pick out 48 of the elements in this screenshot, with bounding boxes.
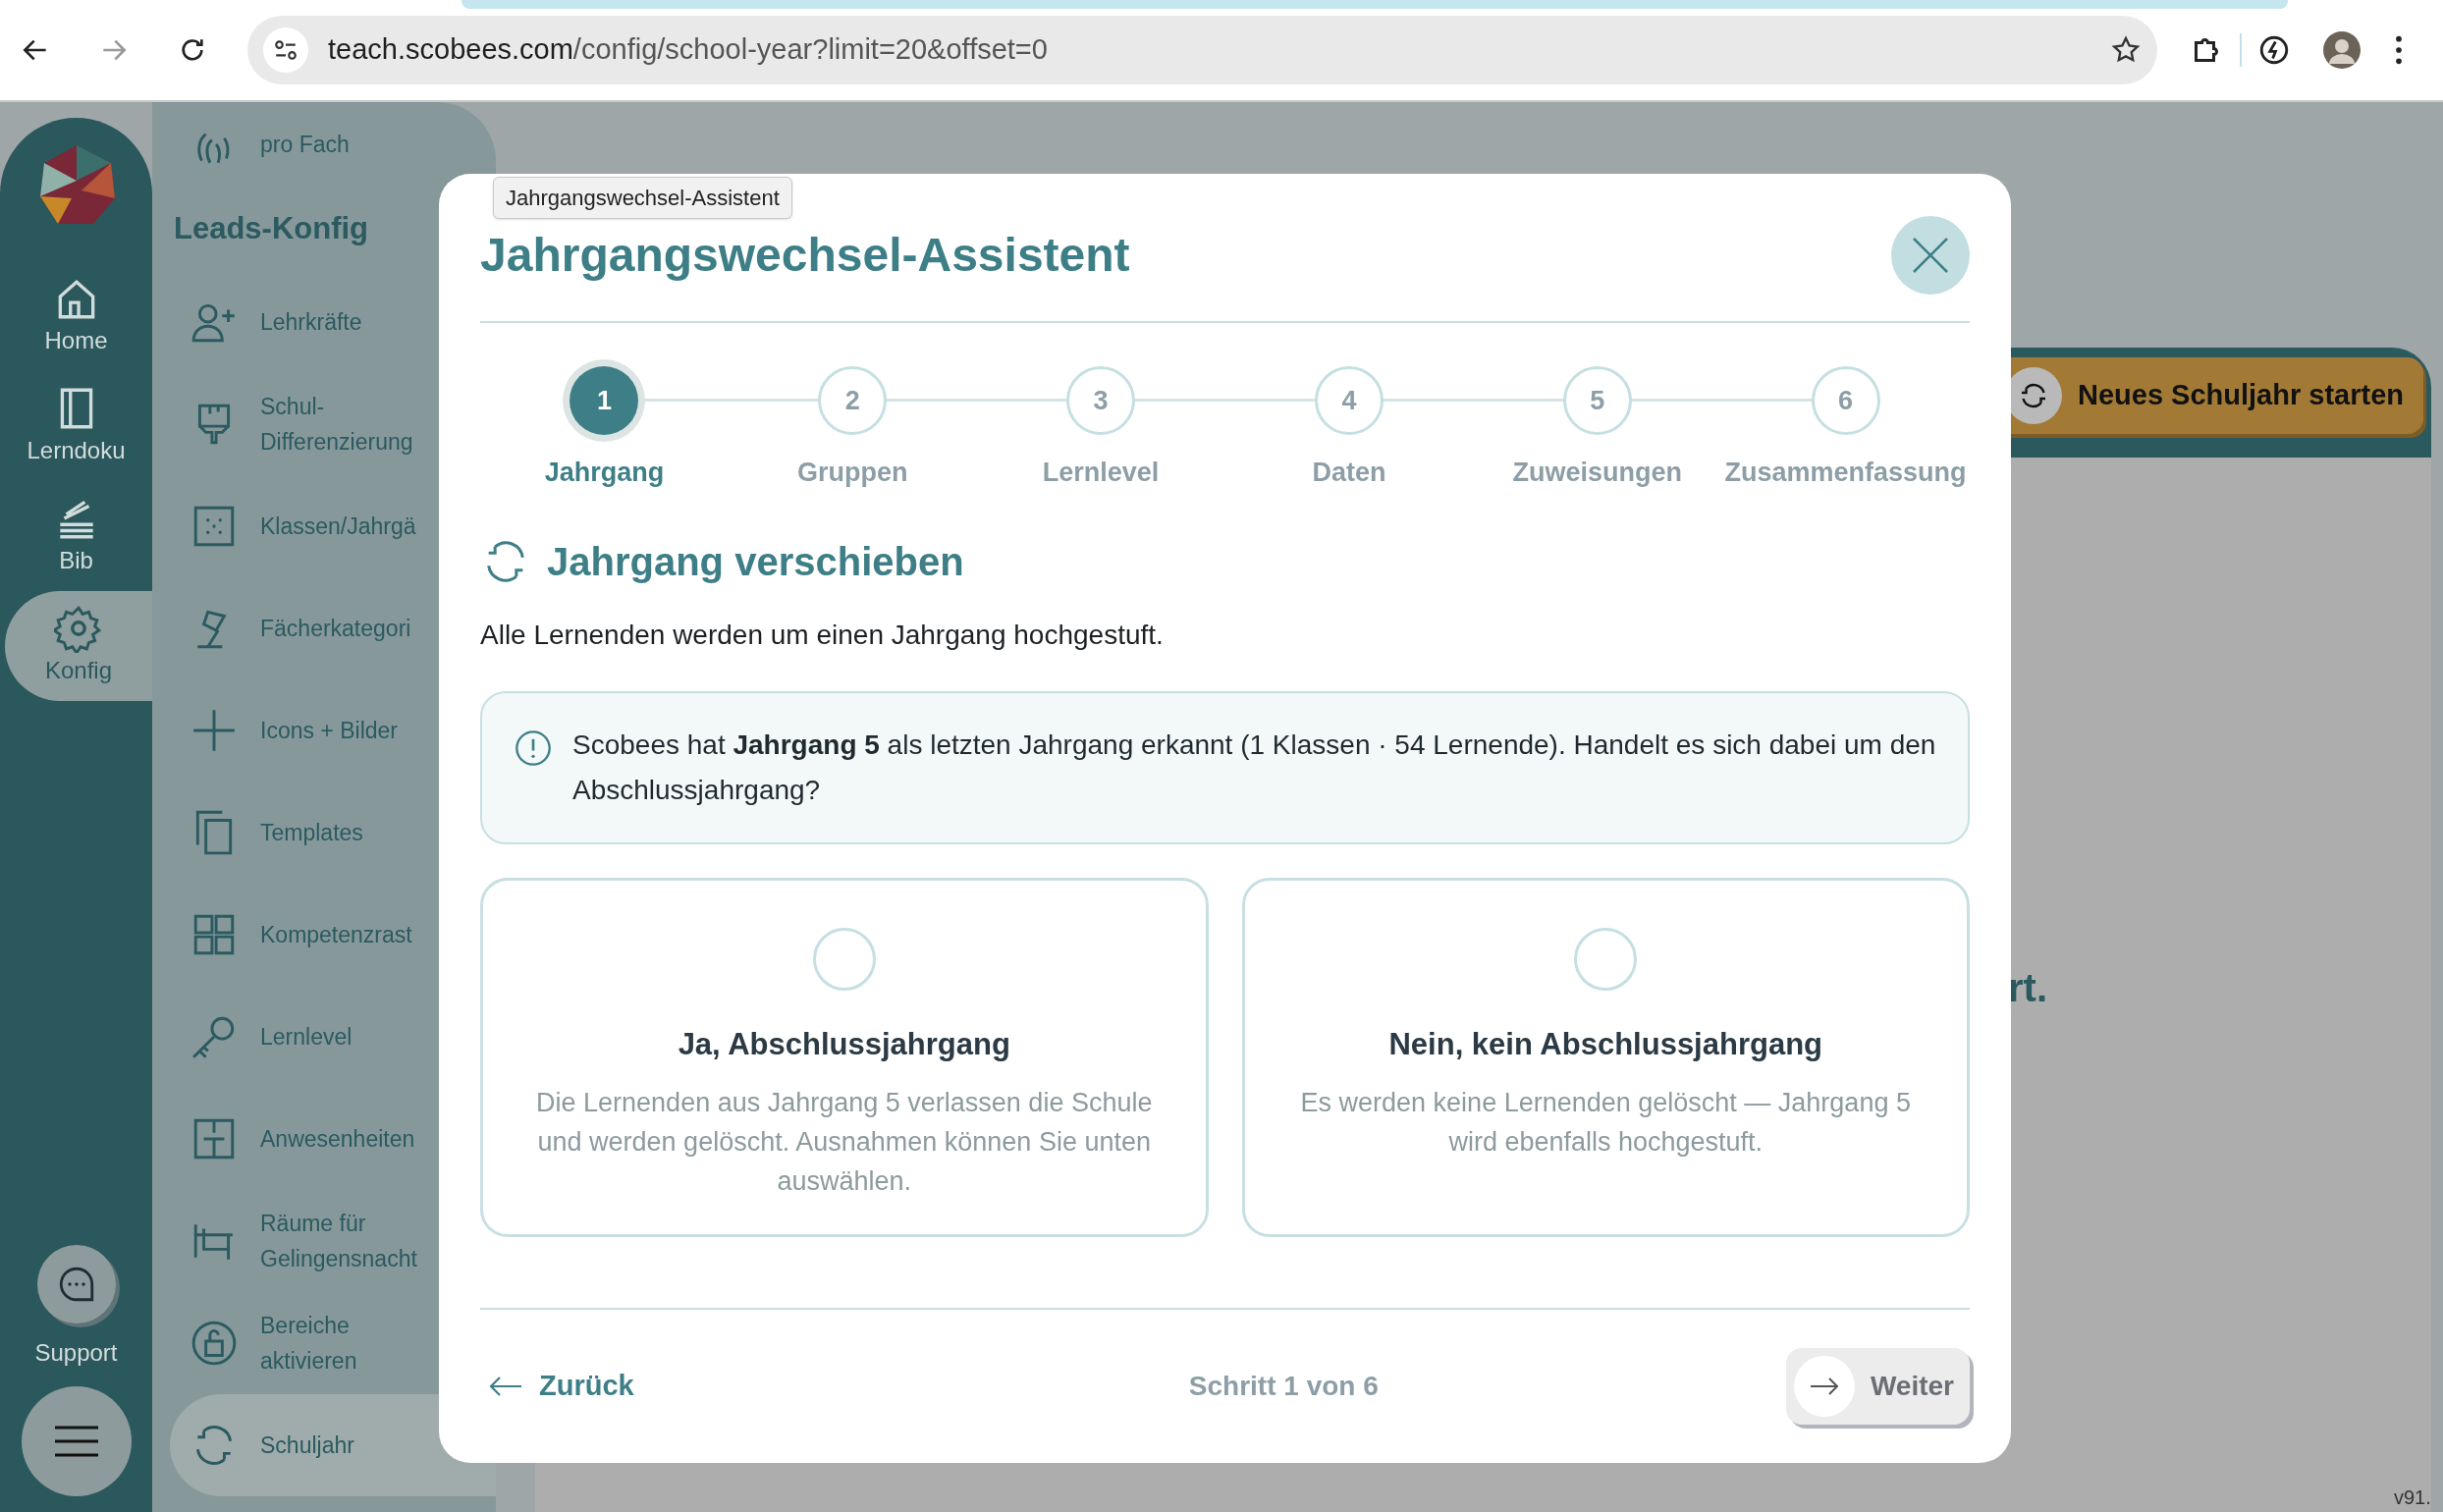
hamburger-icon — [52, 1425, 100, 1458]
close-icon — [1911, 236, 1950, 275]
gear-icon — [54, 604, 103, 653]
option-title: Nein, kein Abschlussjahrgang — [1388, 1025, 1823, 1063]
extension-icon[interactable] — [2257, 33, 2291, 67]
step-label: Zuweisungen — [1512, 457, 1682, 489]
option-card[interactable]: Nein, kein Abschlussjahrgang Es werden keine Lernenden gelöscht — Jahrgang 5 wird ebenfalls hochgestuft. — [1241, 877, 1970, 1237]
url-text: teach.scobees.com/config/school-year?limit=20&offset=0 — [328, 32, 1048, 68]
option-description: Es werden keine Lernenden gelöscht — Jahrgang 5 wird ebenfalls hochgestuft. — [1299, 1087, 1912, 1159]
arrow-right-icon — [1808, 1376, 1840, 1397]
nav-item[interactable]: Schul- Differenzierung — [170, 373, 496, 475]
step-indicator: 4 — [1314, 366, 1384, 435]
info-icon — [514, 728, 553, 768]
rail-item[interactable]: Bib — [0, 481, 152, 591]
site-settings-icon[interactable] — [273, 37, 299, 63]
step-label: Gruppen — [797, 457, 908, 489]
tooltip: Jahrgangswechsel-Assistent — [493, 177, 792, 219]
nav-item[interactable]: pro Fach — [170, 102, 496, 187]
address-bar[interactable]: teach.scobees.com/config/school-year?limit=20&offset=0 — [247, 16, 2157, 84]
step-indicator: 3 — [1066, 366, 1136, 435]
step-label: Zusammenfassung — [1724, 457, 1967, 489]
nav-item[interactable]: Klassen/Jahrgä — [170, 475, 496, 577]
step-indicator: 2 — [818, 366, 888, 435]
support-label: Support — [34, 1338, 118, 1368]
section-heading: Jahrgang verschieben — [547, 538, 964, 585]
option-title: Ja, Abschlussjahrgang — [678, 1025, 1010, 1063]
background-heading: rt. — [2008, 965, 2047, 1011]
lock-circle-icon — [190, 1319, 239, 1368]
avatar-icon[interactable] — [2322, 30, 2362, 70]
info-text: Scobees hat Jahrgang 5 als letzten Jahrgang erkannt (1 Klassen · 54 Lernende). Handelt es sich dabei um den Abschlussjahrgang? — [572, 728, 1936, 807]
nav-item[interactable]: Icons + Bilder — [170, 679, 496, 782]
rail-item[interactable]: Konfig — [5, 591, 152, 701]
option-card[interactable]: Ja, Abschlussjahrgang Die Lernenden aus Jahrgang 5 verlassen die Schule und werden gelöscht. Ausnahmen können Sie unten auswählen. — [480, 877, 1209, 1237]
nav-section-heading: Leads-Konfig — [173, 209, 370, 247]
step-label: Lernlevel — [1042, 457, 1160, 489]
version-text: v91. — [2394, 1485, 2432, 1510]
dialog-title: Jahrgangswechsel-Assistent — [480, 228, 1130, 283]
menu-icon[interactable] — [2393, 33, 2405, 67]
intro-text: Alle Lernenden werden um einen Jahrgang hochgestuft. — [480, 618, 1165, 652]
step-indicator: 5 — [1562, 366, 1632, 435]
step-counter: Schritt 1 von 6 — [1188, 1370, 1379, 1403]
rail-item[interactable]: Lerndoku — [0, 371, 152, 481]
rail-item[interactable]: Home — [0, 261, 152, 371]
option-description: Die Lernenden aus Jahrgang 5 verlassen die Schule und werden gelöscht. Ausnahmen können Sie unten auswählen. — [535, 1087, 1154, 1198]
step-label: Daten — [1312, 457, 1386, 489]
step-label: Jahrgang — [544, 457, 665, 489]
arrow-left-icon — [488, 1375, 523, 1398]
step-indicator: 6 — [1811, 366, 1880, 435]
